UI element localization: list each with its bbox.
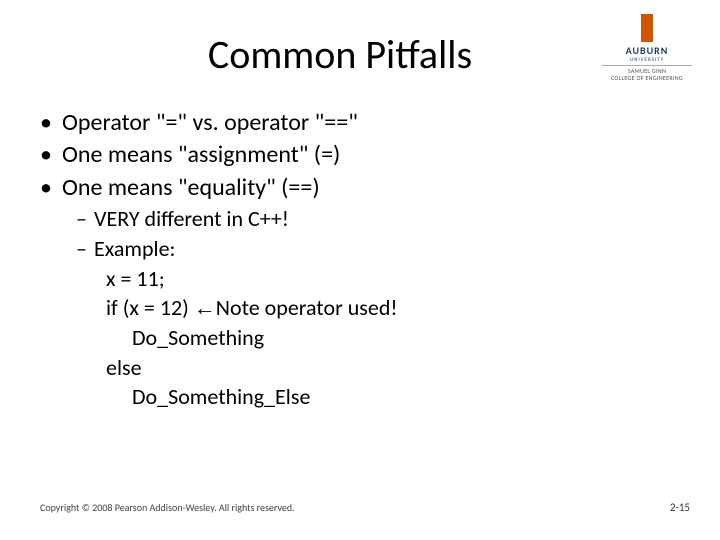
logo-name: AUBURN xyxy=(602,44,692,57)
bullet-item: • Operator "=" vs. operator "==" xyxy=(40,107,680,139)
sub-bullets: – VERY different in C++! – Example: x = … xyxy=(76,204,680,412)
bullet-item: • One means "assignment" (=) xyxy=(40,139,680,171)
bullet-icon: • xyxy=(40,107,62,139)
code-line: Do_Something xyxy=(132,323,680,353)
bullet-icon: • xyxy=(40,139,62,171)
slide-title: Common Pitfalls xyxy=(0,30,680,79)
sub-text: VERY different in C++! xyxy=(94,204,289,234)
dash-icon: – xyxy=(76,234,94,264)
code-example: x = 11; if (x = 12) ←Note operator used!… xyxy=(106,264,680,412)
sub-item: – Example: xyxy=(76,234,680,264)
bullet-text: One means "assignment" (=) xyxy=(62,139,340,171)
code-text: if (x = 12) xyxy=(106,294,194,321)
sub-text: Example: xyxy=(94,234,175,264)
bullet-text: Operator "=" vs. operator "==" xyxy=(62,107,358,139)
logo-tower-icon xyxy=(602,14,692,44)
bullet-item: • One means "equality" (==) xyxy=(40,172,680,204)
bullet-text: One means "equality" (==) xyxy=(62,172,320,204)
code-line: x = 11; xyxy=(106,264,680,294)
code-line: Do_Something_Else xyxy=(132,382,680,412)
code-annotation: Note operator used! xyxy=(216,294,398,321)
dash-icon: – xyxy=(76,204,94,234)
page-number: 2-15 xyxy=(670,501,690,514)
sub-item: – VERY different in C++! xyxy=(76,204,680,234)
slide: AUBURN UNIVERSITY SAMUEL GINN COLLEGE OF… xyxy=(0,0,720,540)
bullet-icon: • xyxy=(40,172,62,204)
slide-content: • Operator "=" vs. operator "==" • One m… xyxy=(40,107,680,412)
code-line: if (x = 12) ←Note operator used! xyxy=(106,293,680,323)
code-line: else xyxy=(106,353,680,383)
logo-college-line2: COLLEGE OF ENGINEERING xyxy=(602,75,692,82)
copyright-text: Copyright © 2008 Pearson Addison-Wesley.… xyxy=(40,501,295,514)
arrow-left-icon: ← xyxy=(194,295,216,320)
logo-sub: UNIVERSITY xyxy=(602,57,692,66)
university-logo: AUBURN UNIVERSITY SAMUEL GINN COLLEGE OF… xyxy=(602,14,692,82)
